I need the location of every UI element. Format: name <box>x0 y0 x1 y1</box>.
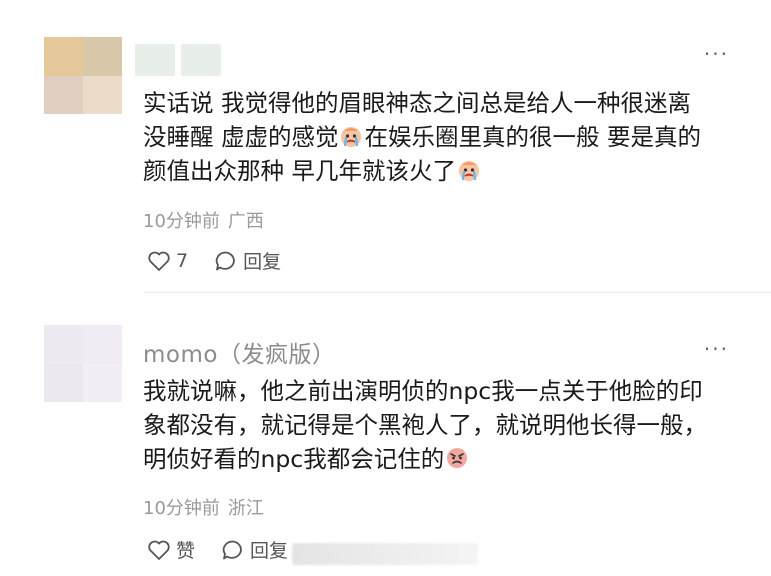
reply-bubble-icon <box>215 251 235 270</box>
comment-line: 没睡醒 虚虚的感觉 在娱乐圈里真的很一般 要是真的 <box>143 120 743 154</box>
text-segment: 颜值出众那种 早几年就该火了 <box>143 157 456 185</box>
avatar-pixel <box>44 325 83 364</box>
angry-face-emoji-icon <box>447 448 468 468</box>
heart-icon <box>148 251 170 271</box>
more-options-button[interactable]: ··· <box>704 339 729 359</box>
comment-text: 我就说嘛，他之前出演明侦的npc我一点关于他脸的印 象都没有，就记得是个黑袍人了… <box>143 374 743 476</box>
username-redacted[interactable] <box>135 44 221 76</box>
text-segment: 明侦好看的npc我都会记住的 <box>143 445 445 473</box>
reply-label: 回复 <box>250 540 289 562</box>
comment-meta: 10分钟前 浙江 <box>143 494 272 520</box>
comment-actions: 赞 回复 <box>147 536 314 563</box>
text-segment: 象都没有，就记得是个黑袍人了，就说明他长得一般， <box>143 411 707 439</box>
redaction-block <box>135 44 175 76</box>
crying-face-emoji-icon <box>341 127 362 147</box>
like-label: 赞 <box>176 540 196 562</box>
comment-line: 我就说嘛，他之前出演明侦的npc我一点关于他脸的印 <box>143 374 743 408</box>
comment-meta: 10分钟前 广西 <box>143 207 272 233</box>
avatar[interactable] <box>44 325 122 402</box>
text-segment: 在娱乐圈里真的很一般 要是真的 <box>364 123 701 151</box>
comment-line: 象都没有，就记得是个黑袍人了，就说明他长得一般， <box>143 408 743 442</box>
comment-item-1: ··· 实话说 我觉得他的眉眼神态之间总是给人一种很迷离 没睡醒 虚虚的感觉 在娱… <box>0 0 771 290</box>
like-count: 7 <box>176 249 189 272</box>
comment-text: 实话说 我觉得他的眉眼神态之间总是给人一种很迷离 没睡醒 虚虚的感觉 在娱乐圈里真… <box>143 86 743 188</box>
comment-actions: 7 回复 <box>147 247 307 274</box>
avatar-pixel <box>44 363 83 402</box>
watermark-overlay <box>292 543 478 565</box>
reply-bubble-icon <box>222 540 242 559</box>
like-button[interactable]: 7 <box>147 250 188 272</box>
crying-face-emoji-icon <box>458 161 479 181</box>
comment-line: 颜值出众那种 早几年就该火了 <box>143 154 743 188</box>
more-options-button[interactable]: ··· <box>704 44 729 64</box>
reply-button[interactable]: 回复 <box>214 247 281 274</box>
heart-icon <box>148 540 170 560</box>
avatar-pixel <box>83 37 122 76</box>
like-button[interactable]: 赞 <box>147 536 195 563</box>
comment-divider <box>143 292 771 293</box>
avatar-pixel <box>83 75 122 114</box>
comment-time: 10分钟前 <box>143 498 220 519</box>
avatar-pixel <box>44 37 83 76</box>
username[interactable]: momo（发疯版） <box>143 335 335 369</box>
text-segment: 实话说 我觉得他的眉眼神态之间总是给人一种很迷离 <box>143 89 691 117</box>
redaction-block <box>181 44 221 76</box>
reply-button[interactable]: 回复 <box>221 536 288 563</box>
comment-line: 明侦好看的npc我都会记住的 <box>143 442 743 476</box>
avatar-pixel <box>83 363 122 402</box>
text-segment: 我就说嘛，他之前出演明侦的npc我一点关于他脸的印 <box>143 377 703 405</box>
reply-label: 回复 <box>243 251 282 273</box>
avatar[interactable] <box>44 37 122 114</box>
avatar-pixel <box>44 75 83 114</box>
comment-line: 实话说 我觉得他的眉眼神态之间总是给人一种很迷离 <box>143 86 743 120</box>
text-segment: 没睡醒 虚虚的感觉 <box>143 123 339 151</box>
comment-location: 浙江 <box>227 498 264 519</box>
comment-item-2: momo（发疯版） ··· 我就说嘛，他之前出演明侦的npc我一点关于他脸的印 … <box>0 300 771 576</box>
comment-time: 10分钟前 <box>143 211 220 232</box>
avatar-pixel <box>83 325 122 364</box>
comment-location: 广西 <box>227 211 264 232</box>
